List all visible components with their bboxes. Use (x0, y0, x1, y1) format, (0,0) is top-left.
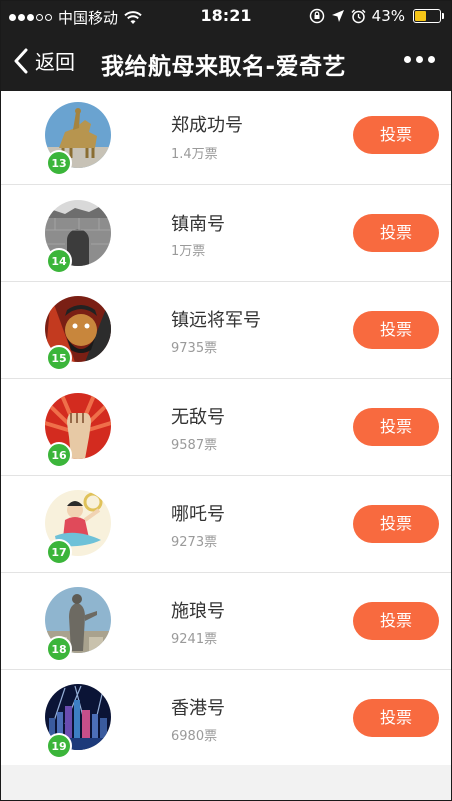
alarm-icon (351, 8, 366, 23)
vote-count: 6980票 (171, 729, 218, 744)
phone-screen: 中国移动 18:21 43% 返回 我给航母来取名-爱奇艺 13 郑成功号 1.… (0, 0, 452, 801)
vote-count: 9273票 (171, 535, 218, 550)
list-item: 13 郑成功号 1.4万票 投票 (1, 91, 451, 185)
list-item: 14 镇南号 1万票 投票 (1, 185, 451, 282)
page-title: 我给航母来取名-爱奇艺 (101, 54, 347, 80)
list-item: 16 无敌号 9587票 投票 (1, 379, 451, 476)
back-button[interactable]: 返回 (13, 46, 75, 75)
rank-badge: 17 (46, 539, 72, 565)
vote-button[interactable]: 投票 (353, 505, 439, 543)
vote-count: 1.4万票 (171, 147, 218, 162)
back-label: 返回 (35, 50, 75, 74)
ship-name: 镇远将军号 (171, 310, 261, 331)
list-item: 15 镇远将军号 9735票 投票 (1, 282, 451, 379)
vote-count: 9241票 (171, 632, 218, 647)
ship-name: 无敌号 (171, 407, 225, 428)
ship-name: 香港号 (171, 698, 225, 719)
battery-percent: 43% (371, 7, 405, 25)
vote-count: 1万票 (171, 244, 206, 259)
ship-name: 哪吒号 (171, 504, 225, 525)
ship-name: 郑成功号 (171, 115, 243, 136)
vote-count: 9735票 (171, 341, 218, 356)
rank-badge: 18 (46, 636, 72, 662)
ship-name: 施琅号 (171, 601, 225, 622)
vote-button[interactable]: 投票 (353, 602, 439, 640)
list-item: 19 香港号 6980票 投票 (1, 670, 451, 767)
more-dot-icon (404, 56, 411, 63)
bottom-strip (1, 765, 451, 800)
vote-button[interactable]: 投票 (353, 116, 439, 154)
chevron-left-icon (14, 48, 28, 73)
vote-button[interactable]: 投票 (353, 214, 439, 252)
list-item: 17 哪吒号 9273票 投票 (1, 476, 451, 573)
rank-badge: 16 (46, 442, 72, 468)
nav-bar: 返回 我给航母来取名-爱奇艺 (1, 32, 451, 91)
status-bar: 中国移动 18:21 43% (1, 1, 451, 32)
rank-badge: 15 (46, 345, 72, 371)
rotation-lock-icon (309, 8, 324, 24)
location-arrow-icon (331, 10, 344, 22)
rank-badge: 13 (46, 150, 72, 176)
ship-name: 镇南号 (171, 214, 225, 235)
more-dot-icon (416, 56, 423, 63)
ship-name-list: 13 郑成功号 1.4万票 投票 14 镇南号 1万票 投票 15 镇远将军号 … (1, 91, 451, 767)
status-right: 43% (309, 7, 444, 25)
vote-count: 9587票 (171, 438, 218, 453)
rank-badge: 14 (46, 248, 72, 274)
rank-badge: 19 (46, 733, 72, 759)
vote-button[interactable]: 投票 (353, 311, 439, 349)
list-item: 18 施琅号 9241票 投票 (1, 573, 451, 670)
battery-icon (413, 9, 444, 23)
vote-button[interactable]: 投票 (353, 699, 439, 737)
battery-fill (415, 11, 427, 21)
more-options-button[interactable] (404, 56, 435, 63)
vote-button[interactable]: 投票 (353, 408, 439, 446)
more-dot-icon (428, 56, 435, 63)
